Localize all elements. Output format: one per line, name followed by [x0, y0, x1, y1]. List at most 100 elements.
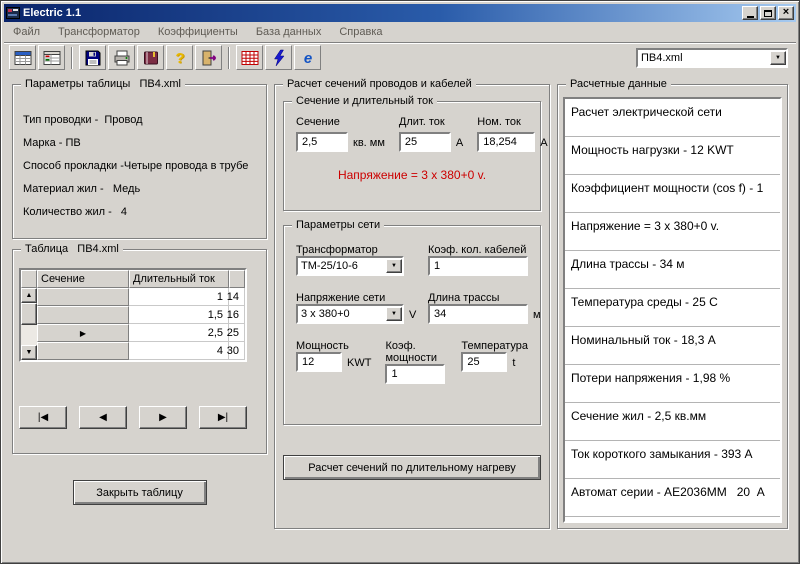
- grid-voltage-combobox[interactable]: 3 x 380+0 ▼: [296, 304, 404, 324]
- file-combobox[interactable]: ПВ4.xml ▼: [636, 48, 788, 68]
- save-toolbar-button[interactable]: [79, 45, 106, 70]
- power-factor-input[interactable]: [385, 364, 445, 384]
- grid-cell[interactable]: 4: [129, 342, 229, 360]
- chevron-down-icon[interactable]: ▼: [770, 51, 786, 65]
- chevron-down-icon[interactable]: ▼: [386, 307, 402, 321]
- grid-header-section[interactable]: Сечение: [37, 270, 129, 288]
- route-length-unit: м: [533, 309, 541, 324]
- network-params-title: Параметры сети: [292, 219, 384, 232]
- menu-item-coefficients[interactable]: Коэффициенты: [149, 23, 247, 41]
- grid-cell[interactable]: 1,5: [129, 306, 229, 324]
- grid-scrollbar[interactable]: ▲ ▼: [21, 288, 37, 360]
- cable-coef-label: Коэф. кол. кабелей: [428, 244, 528, 256]
- power-label: Мощность: [296, 340, 371, 352]
- nav-last-button[interactable]: ▶|: [199, 406, 247, 429]
- toolbar: ?? e ПВ4.xml ▼: [4, 42, 796, 72]
- grid-cell[interactable]: 1: [129, 288, 229, 306]
- power-factor-label: Коэф. мощности: [385, 340, 447, 364]
- calculate-button[interactable]: Расчет сечений по длительному нагреву: [283, 455, 541, 480]
- nominal-current-field-block: Ном. ток A: [477, 116, 547, 152]
- transformer-combobox[interactable]: ТМ-25/10-6 ▼: [296, 256, 404, 276]
- result-row: Автомат серии - АЕ2036ММ 20 А: [565, 479, 780, 517]
- maximize-button[interactable]: [760, 6, 776, 20]
- table-toolbar-button[interactable]: [9, 45, 36, 70]
- report-toolbar-button[interactable]: [38, 45, 65, 70]
- result-row: Напряжение = 3 x 380+0 v.: [565, 213, 780, 251]
- result-row: Потери напряжения - 1,98 %: [565, 365, 780, 403]
- scroll-down-icon[interactable]: ▼: [21, 345, 37, 360]
- menu-item-transformer[interactable]: Трансформатор: [49, 23, 149, 41]
- temperature-label: Температура: [461, 340, 528, 352]
- area-input[interactable]: [296, 132, 348, 152]
- print-icon: [113, 49, 131, 67]
- database-toolbar-button[interactable]: [236, 45, 263, 70]
- temperature-unit: t: [512, 357, 515, 372]
- chevron-down-icon[interactable]: ▼: [386, 259, 402, 273]
- grid-cell[interactable]: 14: [229, 288, 245, 306]
- results-group: Расчетные данные Расчет электрической се…: [557, 84, 788, 529]
- left-column: Параметры таблицы ПВ4.xml Тип проводки -…: [12, 84, 267, 505]
- nav-next-button[interactable]: ▶: [139, 406, 187, 429]
- result-row: Мощность нагрузки - 12 KWT: [565, 137, 780, 175]
- close-table-button[interactable]: Закрыть таблицу: [73, 480, 207, 505]
- grid-cell-selected[interactable]: 2,5: [129, 324, 229, 342]
- minimize-icon: [747, 16, 754, 18]
- transformer-label: Трансформатор: [296, 244, 428, 256]
- grid-header-current[interactable]: Длительный ток: [129, 270, 229, 288]
- grid-corner: [21, 270, 37, 288]
- param-line-laying-method: Способ прокладки -Четыре провода в трубе: [23, 155, 256, 178]
- route-length-input[interactable]: [428, 304, 528, 324]
- minimize-button[interactable]: [742, 6, 758, 20]
- toolbar-separator: [228, 47, 230, 69]
- data-table-group: Таблица ПВ4.xml Сечение Длительный ток 1…: [12, 249, 267, 454]
- internet-toolbar-button[interactable]: e: [294, 45, 321, 70]
- svg-text:e: e: [303, 50, 311, 67]
- duration-current-unit: A: [456, 137, 463, 152]
- book-toolbar-button[interactable]: [137, 45, 164, 70]
- scrollbar-track[interactable]: [21, 325, 37, 345]
- cable-coef-input[interactable]: [428, 256, 528, 276]
- nav-first-button[interactable]: |◀: [19, 406, 67, 429]
- internet-icon: e: [299, 49, 317, 67]
- scrollbar-thumb[interactable]: [21, 303, 37, 325]
- title-bar[interactable]: Electric 1.1 ×: [4, 4, 796, 22]
- duration-current-field-block: Длит. ток A: [399, 116, 463, 152]
- nominal-current-input[interactable]: [477, 132, 535, 152]
- duration-current-label: Длит. ток: [399, 116, 463, 128]
- row-indicator: [37, 306, 129, 324]
- print-toolbar-button[interactable]: [108, 45, 135, 70]
- power-factor-field-block: Коэф. мощности: [385, 340, 447, 384]
- table-params-group: Параметры таблицы ПВ4.xml Тип проводки -…: [12, 84, 267, 239]
- menu-item-help[interactable]: Справка: [330, 23, 391, 41]
- results-list: Расчет электрической сети Мощность нагру…: [563, 97, 782, 523]
- temperature-input[interactable]: [461, 352, 507, 372]
- duration-current-input[interactable]: [399, 132, 451, 152]
- scroll-up-icon[interactable]: ▲: [21, 288, 37, 303]
- file-combobox-value: ПВ4.xml: [638, 52, 770, 64]
- menu-item-database[interactable]: База данных: [247, 23, 331, 41]
- nominal-current-label: Ном. ток: [477, 116, 547, 128]
- grid-header-scroll-corner: [229, 270, 245, 288]
- param-line-core-material: Материал жил - Медь: [23, 178, 256, 201]
- data-table-title: Таблица ПВ4.xml: [21, 243, 123, 256]
- lightning-toolbar-button[interactable]: [265, 45, 292, 70]
- main-area: Параметры таблицы ПВ4.xml Тип проводки -…: [4, 72, 796, 560]
- data-grid: Сечение Длительный ток 1 14 1,5 16 ▶ 2,5…: [19, 268, 247, 362]
- right-column: Расчетные данные Расчет электрической се…: [557, 84, 788, 529]
- grid-cell[interactable]: 16: [229, 306, 245, 324]
- current-section-group: Сечение и длительный ток Сечение кв. мм …: [283, 101, 541, 211]
- grid-cell-selected[interactable]: 25: [229, 324, 245, 342]
- exit-toolbar-button[interactable]: [195, 45, 222, 70]
- calculation-group-title: Расчет сечений проводов и кабелей: [283, 78, 476, 91]
- menu-item-file[interactable]: Файл: [4, 23, 49, 41]
- help-toolbar-button[interactable]: ??: [166, 45, 193, 70]
- nav-prev-button[interactable]: ◀: [79, 406, 127, 429]
- close-icon: ×: [783, 7, 789, 18]
- result-row: Температура среды - 25 C: [565, 289, 780, 327]
- power-input[interactable]: [296, 352, 342, 372]
- table-params-title: Параметры таблицы ПВ4.xml: [21, 78, 185, 91]
- result-row: Ток короткого замыкания - 393 А: [565, 441, 780, 479]
- close-button[interactable]: ×: [778, 6, 794, 20]
- grid-cell[interactable]: 30: [229, 342, 245, 360]
- grid-voltage-unit: V: [409, 309, 416, 324]
